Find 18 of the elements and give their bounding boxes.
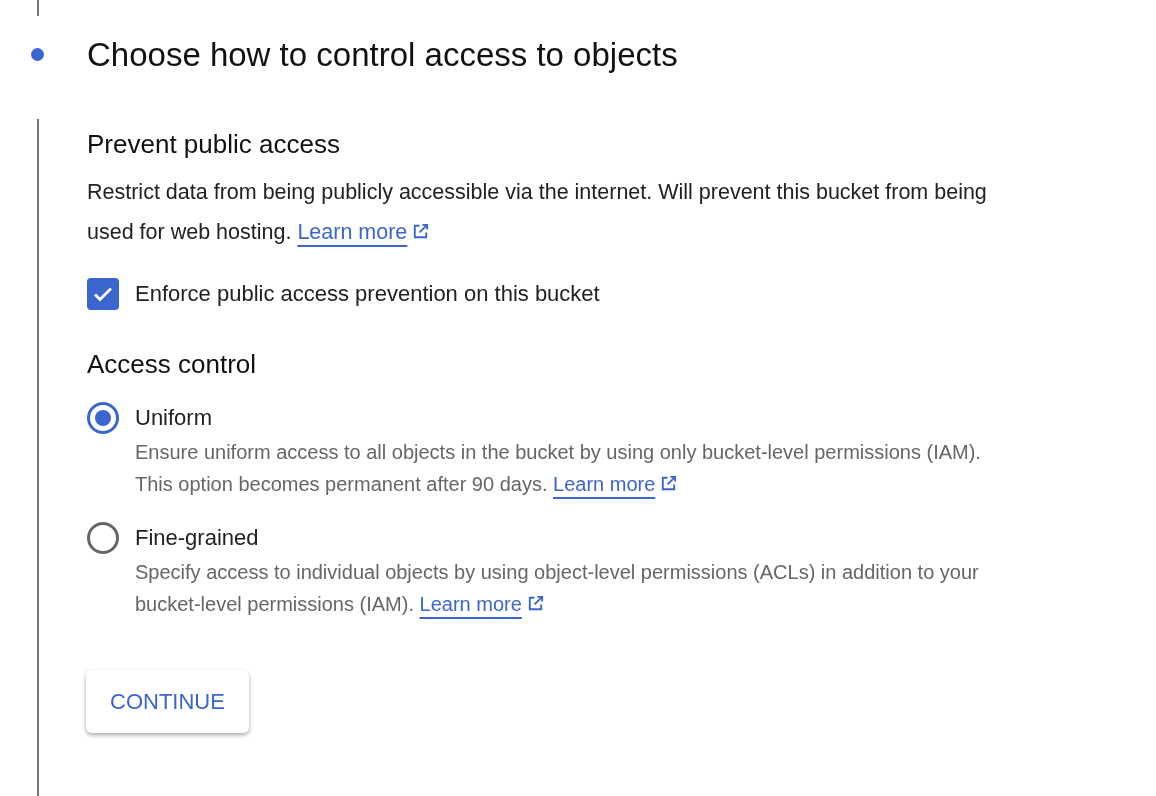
external-link-icon [659,474,679,493]
radio-label: Fine-grained [135,525,260,551]
description-text: Restrict data from being publicly accessible via the internet. Will prevent this bucket from being used for web hosting. Learn more [87,179,987,246]
learn-more-link[interactable]: Learn more [297,220,431,244]
section-heading: Prevent public access [87,128,341,161]
learn-more-link[interactable]: Learn more [419,593,545,615]
radio-button[interactable] [87,402,119,434]
radio-label: Uniform [135,405,213,431]
learn-more-link[interactable]: Learn more [553,473,679,495]
option-description: Ensure uniform access to all objects in the bucket by using only bucket-level permissions (IAM). This option becomes permanent after 90 days. Learn more [135,440,982,497]
external-link-icon [411,222,431,241]
step-title: Choose how to control access to objects [87,35,679,75]
option-description: Specify access to individual objects by using object-level permissions (ACLs) in addition to your bucket-level permissions (IAM). Learn more [135,560,980,617]
section-heading: Access control [87,348,258,381]
checkbox[interactable] [87,278,119,310]
continue-button[interactable]: CONTINUE [86,670,249,733]
radio-button[interactable] [87,522,119,554]
checkbox-label: Enforce public access prevention on this bucket [135,281,600,307]
